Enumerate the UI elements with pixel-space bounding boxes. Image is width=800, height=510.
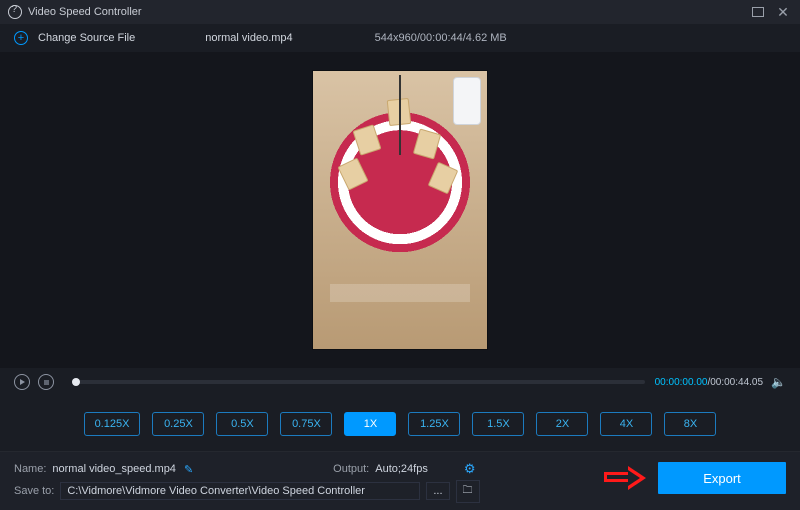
app-window: Video Speed Controller ✕ + Change Source… [0, 0, 800, 510]
stop-button[interactable] [38, 374, 54, 390]
export-button[interactable]: Export [658, 462, 786, 494]
speed-button-1x[interactable]: 1X [344, 412, 396, 436]
time-current: 00:00:00.00 [655, 377, 708, 388]
thumbnail-decor [340, 139, 460, 209]
playback-controls: 00:00:00.00 / 00:00:44.05 🔈 [0, 368, 800, 396]
edit-name-icon[interactable]: ✎ [184, 463, 193, 476]
speed-button-1.25x[interactable]: 1.25X [408, 412, 460, 436]
speed-button-0.125x[interactable]: 0.125X [84, 412, 141, 436]
speed-button-0.75x[interactable]: 0.75X [280, 412, 332, 436]
seek-knob[interactable] [72, 378, 80, 386]
video-thumbnail[interactable] [313, 71, 487, 349]
footer: Name: normal video_speed.mp4 ✎ Output: A… [0, 452, 800, 510]
browse-button[interactable]: ... [426, 482, 449, 500]
save-path-field[interactable]: C:\Vidmore\Vidmore Video Converter\Video… [60, 482, 420, 500]
output-settings-icon[interactable]: ⚙ [464, 461, 476, 477]
volume-icon[interactable]: 🔈 [771, 375, 786, 389]
play-button[interactable] [14, 374, 30, 390]
maximize-button[interactable] [752, 7, 764, 17]
seek-bar[interactable] [72, 380, 645, 384]
name-label: Name: [14, 463, 46, 475]
speed-button-4x[interactable]: 4X [600, 412, 652, 436]
speed-button-0.25x[interactable]: 0.25X [152, 412, 204, 436]
source-filename: normal video.mp4 [205, 32, 292, 44]
save-to-label: Save to: [14, 485, 54, 497]
app-icon [8, 5, 22, 19]
output-label: Output: [333, 463, 369, 475]
add-source-icon[interactable]: + [14, 31, 28, 45]
speed-button-1.5x[interactable]: 1.5X [472, 412, 524, 436]
video-preview-area [0, 52, 800, 368]
speed-selector: 0.125X 0.25X 0.5X 0.75X 1X 1.25X 1.5X 2X 4X 8X [0, 396, 800, 452]
app-title: Video Speed Controller [28, 6, 142, 18]
output-value: Auto;24fps [375, 463, 428, 475]
source-bar: + Change Source File normal video.mp4 54… [0, 24, 800, 52]
close-button[interactable]: ✕ [774, 5, 792, 19]
speed-button-2x[interactable]: 2X [536, 412, 588, 436]
speed-button-0.5x[interactable]: 0.5X [216, 412, 268, 436]
change-source-button[interactable]: Change Source File [38, 32, 135, 44]
open-folder-icon[interactable]: 🗀 [456, 480, 480, 503]
source-metadata: 544x960/00:00:44/4.62 MB [375, 32, 507, 44]
name-value: normal video_speed.mp4 [52, 463, 176, 475]
time-duration: 00:00:44.05 [710, 377, 763, 388]
title-bar[interactable]: Video Speed Controller ✕ [0, 0, 800, 24]
speed-button-8x[interactable]: 8X [664, 412, 716, 436]
